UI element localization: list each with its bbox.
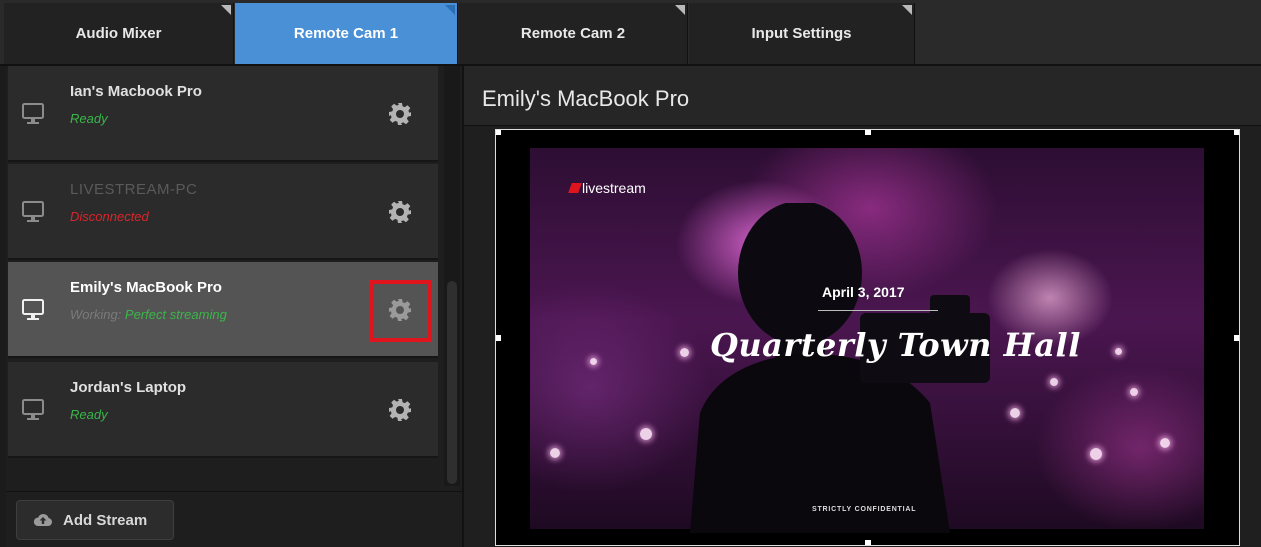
resize-handle[interactable] <box>865 540 871 545</box>
stream-status: Disconnected <box>70 209 149 224</box>
status-label: Working: <box>70 307 122 322</box>
camera-operator-silhouette <box>690 203 990 533</box>
tab-remote-cam-1[interactable]: Remote Cam 1 <box>235 3 458 64</box>
resize-handle[interactable] <box>865 130 871 135</box>
bokeh-light <box>1050 378 1058 386</box>
cloud-upload-icon <box>33 513 53 527</box>
preview-title: Emily's MacBook Pro <box>482 86 690 111</box>
gear-icon[interactable] <box>388 102 412 126</box>
tab-label: Audio Mixer <box>75 25 162 42</box>
tab-label: Input Settings <box>751 25 852 42</box>
stream-name: LIVESTREAM-PC <box>70 181 198 198</box>
bokeh-light <box>1115 348 1122 355</box>
monitor-icon <box>22 103 44 124</box>
livestream-logo: livestream <box>568 180 646 196</box>
scrollbar-thumb[interactable] <box>447 281 457 484</box>
stream-item-ians-macbook-pro[interactable]: Ian's Macbook Pro Ready <box>8 66 438 162</box>
resize-handle[interactable] <box>496 335 501 341</box>
video-preview[interactable]: livestream April 3, 2017 Quarterly Town … <box>495 129 1240 546</box>
stream-list-panel: Ian's Macbook Pro Ready LIVESTREAM-PC Di… <box>6 66 462 547</box>
tab-corner-icon <box>902 5 912 15</box>
resize-handle[interactable] <box>1234 130 1239 135</box>
gear-icon[interactable] <box>388 398 412 422</box>
stream-list-scrollbar[interactable] <box>444 66 460 486</box>
livestream-logo-mark <box>568 183 582 193</box>
resize-handle[interactable] <box>1234 335 1239 341</box>
monitor-icon <box>22 399 44 420</box>
tab-corner-icon <box>221 5 231 15</box>
resize-handle[interactable] <box>496 130 501 135</box>
bokeh-light <box>1010 408 1020 418</box>
tab-label: Remote Cam 2 <box>520 25 626 42</box>
bokeh-light <box>590 358 597 365</box>
tab-corner-icon <box>445 5 455 15</box>
tab-bar: Audio Mixer Remote Cam 1 Remote Cam 2 In… <box>0 0 1261 66</box>
bokeh-light <box>550 448 560 458</box>
stream-status: Ready <box>70 407 108 422</box>
stream-item-jordans-laptop[interactable]: Jordan's Laptop Ready <box>8 362 438 458</box>
bokeh-light <box>1090 448 1102 460</box>
stream-name: Ian's Macbook Pro <box>70 83 202 100</box>
stream-item-emilys-macbook-pro[interactable]: Emily's MacBook Pro Working: Perfect str… <box>8 262 438 358</box>
stream-list-footer: Add Stream <box>6 491 462 547</box>
monitor-icon <box>22 299 44 320</box>
tab-corner-icon <box>675 5 685 15</box>
confidential-label: STRICTLY CONFIDENTIAL <box>812 506 917 513</box>
stream-status: Working: Perfect streaming <box>70 307 227 322</box>
preview-panel: Emily's MacBook Pro livestream April 3, … <box>462 66 1261 547</box>
tab-input-settings[interactable]: Input Settings <box>689 3 915 64</box>
gear-icon[interactable] <box>388 200 412 224</box>
gear-icon[interactable] <box>388 298 412 322</box>
stream-status: Ready <box>70 111 108 126</box>
preview-header: Emily's MacBook Pro <box>464 66 1261 126</box>
add-stream-label: Add Stream <box>63 511 148 529</box>
stream-name: Jordan's Laptop <box>70 379 187 396</box>
bokeh-light <box>1130 388 1138 396</box>
logo-text: livestream <box>582 180 646 196</box>
event-date: April 3, 2017 <box>822 284 905 300</box>
stream-item-livestream-pc[interactable]: LIVESTREAM-PC Disconnected <box>8 164 438 260</box>
add-stream-button[interactable]: Add Stream <box>16 500 174 540</box>
tab-audio-mixer[interactable]: Audio Mixer <box>4 3 234 64</box>
preview-image: livestream April 3, 2017 Quarterly Town … <box>530 148 1204 533</box>
event-title: Quarterly Town Hall <box>710 326 1081 364</box>
tab-label: Remote Cam 1 <box>293 25 399 42</box>
bokeh-light <box>1160 438 1170 448</box>
monitor-icon <box>22 201 44 222</box>
status-detail: Perfect streaming <box>124 307 227 322</box>
date-divider <box>818 310 938 311</box>
tab-remote-cam-2[interactable]: Remote Cam 2 <box>459 3 688 64</box>
stream-name: Emily's MacBook Pro <box>70 279 222 296</box>
bokeh-light <box>680 348 689 357</box>
bokeh-light <box>640 428 652 440</box>
